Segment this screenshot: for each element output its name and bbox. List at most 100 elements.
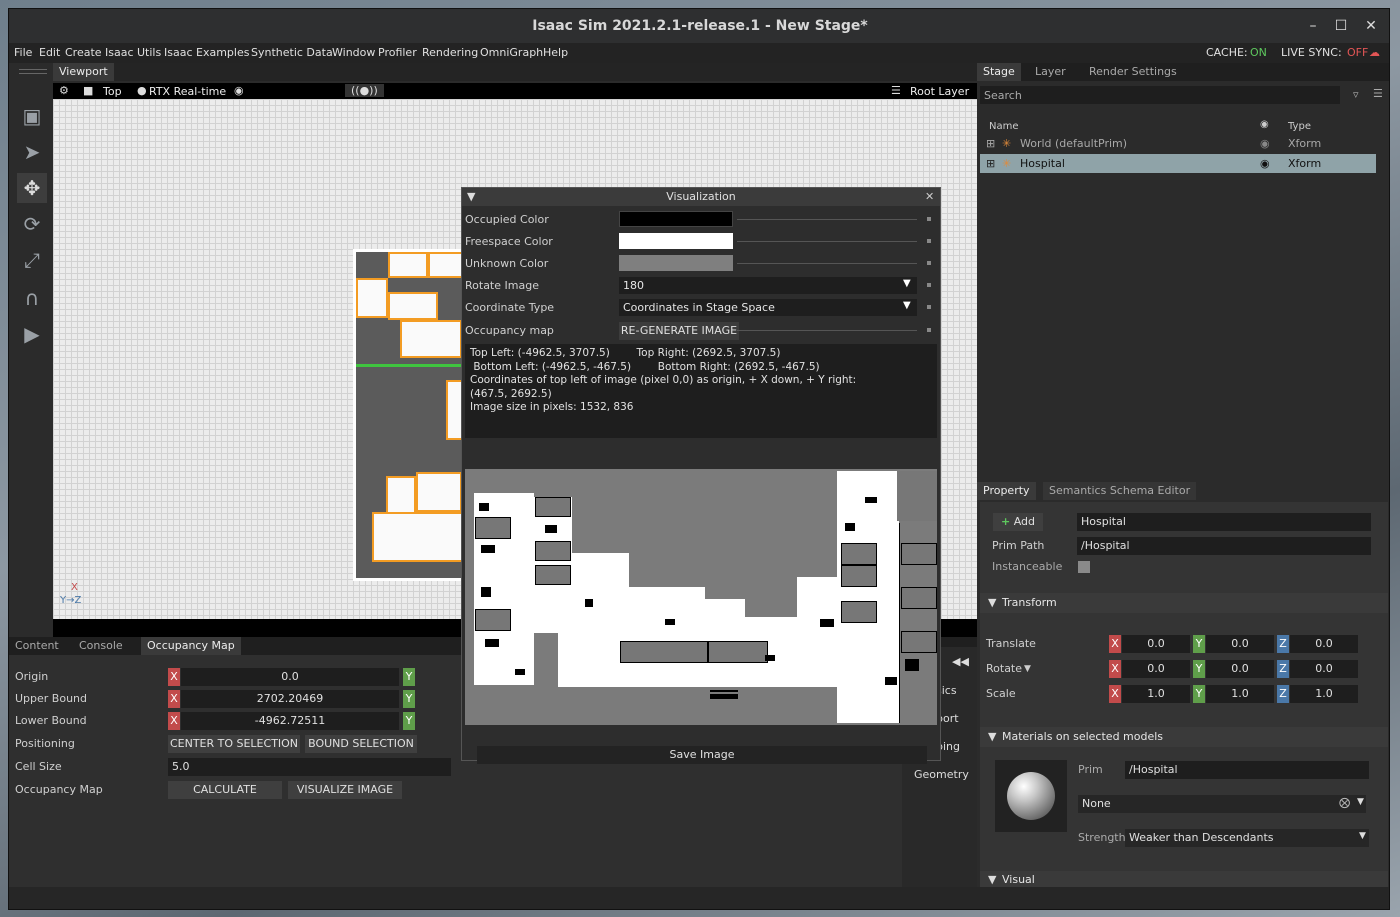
expand-icon[interactable]: ⊞ [986,154,995,173]
slider-handle[interactable] [927,239,931,243]
material-select[interactable]: None [1078,795,1366,813]
center-to-selection-button[interactable]: CENTER TO SELECTION [168,735,300,753]
dialog-titlebar[interactable]: ▼ Visualization ✕ [462,188,940,206]
cell-size-field[interactable]: 5.0 [168,758,451,776]
settings-gear-icon[interactable]: ⚙ [59,84,69,97]
rotate-y-field[interactable]: 0.0 [1206,660,1274,678]
side-dock-item[interactable]: Geometry [914,768,969,781]
tab-viewport[interactable]: Viewport [53,63,114,81]
maximize-icon[interactable]: ☐ [1328,9,1354,43]
menu-create[interactable]: Create [65,46,102,59]
translate-y-field[interactable]: 0.0 [1206,635,1274,653]
transform-header[interactable]: ▼ Transform [980,593,1388,613]
slider-handle[interactable] [927,261,931,265]
menu-window[interactable]: Window [332,46,375,59]
slider-handle[interactable] [927,305,931,309]
material-prim-field[interactable]: /Hospital [1125,761,1369,779]
strength-select[interactable]: Weaker than Descendants [1125,829,1369,847]
strength-dropdown-icon[interactable]: ▼ [1359,831,1366,841]
options-menu-icon[interactable]: ☰ [1373,87,1383,100]
save-image-button[interactable]: Save Image [477,746,927,764]
close-icon[interactable]: ✕ [1358,9,1384,43]
filter-icon[interactable]: ▿ [1353,88,1359,101]
clear-material-icon[interactable]: ⨂ [1339,796,1350,809]
tab-content[interactable]: Content [9,637,65,655]
visualize-image-button[interactable]: VISUALIZE IMAGE [288,781,402,799]
origin-x-field[interactable]: 0.0 [181,668,399,686]
rotate-image-select[interactable]: 180 ▼ [619,277,917,294]
material-dropdown-icon[interactable]: ▼ [1357,797,1364,807]
dialog-close-icon[interactable]: ✕ [925,188,934,206]
translate-x-field[interactable]: 0.0 [1122,635,1190,653]
scale-z-field[interactable]: 1.0 [1290,685,1358,703]
slider-handle[interactable] [927,217,931,221]
menu-isaac-utils[interactable]: Isaac Utils [105,46,161,59]
visual-header[interactable]: ▼ Visual [980,871,1388,887]
materials-header[interactable]: ▼ Materials on selected models [980,727,1388,747]
menu-help[interactable]: Help [543,46,568,59]
visibility-eye-icon[interactable]: ◉ [1260,154,1270,173]
menu-profiler[interactable]: Profiler [378,46,417,59]
cloud-icon[interactable]: ☁ [1369,46,1380,59]
tab-semantics-schema-editor[interactable]: Semantics Schema Editor [1043,482,1197,500]
camera-icon[interactable]: ■ [83,84,93,97]
prim-path-field[interactable]: /Hospital [1077,537,1371,555]
stage-row-hospital[interactable]: ⊞ ✳ Hospital ◉ Xform [980,154,1376,173]
move-icon[interactable]: ✥ [17,173,47,203]
menu-rendering[interactable]: Rendering [422,46,478,59]
select-icon[interactable]: ➤ [17,137,47,167]
slider-handle[interactable] [927,328,931,332]
occupied-color-swatch[interactable] [619,211,733,227]
collapse-triangle-icon[interactable]: ▼ [467,188,475,206]
minimize-icon[interactable]: – [1300,9,1326,43]
coordinate-type-select[interactable]: Coordinates in Stage Space ▼ [619,299,917,316]
visibility-eye-icon[interactable]: ◉ [234,84,244,97]
slider-handle[interactable] [927,283,931,287]
scale-y-field[interactable]: 1.0 [1206,685,1274,703]
freespace-color-swatch[interactable] [619,233,733,249]
menu-file[interactable]: File [14,46,32,59]
calculate-button[interactable]: CALCULATE [168,781,282,799]
create-cube-icon[interactable]: ▣ [17,101,47,131]
tab-property[interactable]: Property [977,482,1036,500]
tab-render-settings[interactable]: Render Settings [1083,63,1183,81]
layers-icon[interactable]: ☰ [891,84,901,97]
menu-synthetic-data[interactable]: Synthetic Data [251,46,333,59]
stage-row-world[interactable]: ⊞ ✳ World (defaultPrim) ◉ Xform [980,134,1380,153]
collapse-arrows-icon[interactable]: ◀◀ [952,655,969,668]
tab-console[interactable]: Console [73,637,129,655]
scale-icon[interactable]: ⤢ [17,245,47,275]
bound-selection-button[interactable]: BOUND SELECTION [305,735,417,753]
add-button[interactable]: + Add [993,513,1043,531]
unknown-color-swatch[interactable] [619,255,733,271]
broadcast-icon[interactable]: ((●)) [345,84,384,97]
rotate-icon[interactable]: ⟳ [17,209,47,239]
scale-x-field[interactable]: 1.0 [1122,685,1190,703]
tab-layer[interactable]: Layer [1029,63,1072,81]
tab-occupancy-map[interactable]: Occupancy Map [141,637,241,655]
cache-status[interactable]: ON [1250,46,1267,59]
rotate-z-field[interactable]: 0.0 [1290,660,1358,678]
lower-bound-x-field[interactable]: -4962.72511 [181,712,399,730]
menu-isaac-examples[interactable]: Isaac Examples [164,46,249,59]
play-icon[interactable]: ▶ [17,319,47,349]
visibility-eye-icon[interactable]: ◉ [1260,134,1270,153]
rotate-x-field[interactable]: 0.0 [1122,660,1190,678]
tab-stage[interactable]: Stage [977,63,1021,81]
upper-bound-x-field[interactable]: 2702.20469 [181,690,399,708]
menu-edit[interactable]: Edit [39,46,60,59]
menu-omnigraph[interactable]: OmniGraph [480,46,543,59]
prim-name-field[interactable]: Hospital [1077,513,1371,531]
instanceable-checkbox[interactable] [1078,561,1090,573]
render-mode-selector[interactable]: RTX Real-time [149,85,226,98]
translate-z-field[interactable]: 0.0 [1290,635,1358,653]
stage-search-input[interactable]: Search [980,86,1340,104]
live-sync-status[interactable]: OFF [1347,46,1368,59]
regenerate-image-button[interactable]: RE-GENERATE IMAGE [619,322,739,340]
rotate-order-dropdown-icon[interactable]: ▼ [1024,664,1031,674]
camera-selector[interactable]: Top [103,85,122,98]
expand-icon[interactable]: ⊞ [986,134,995,153]
root-layer-label[interactable]: Root Layer [910,85,969,98]
snap-icon[interactable]: ∩ [17,283,47,313]
render-mode-icon[interactable]: ● [137,84,147,97]
